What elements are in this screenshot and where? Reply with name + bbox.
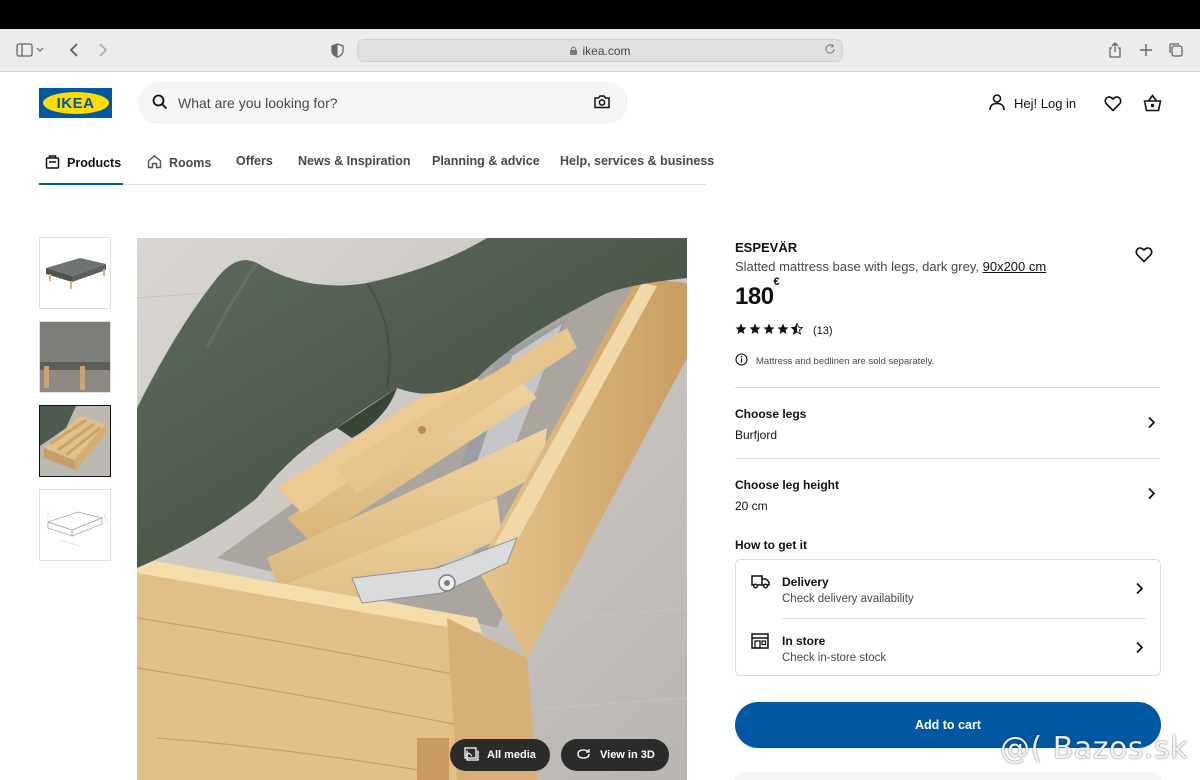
tab-rooms[interactable]: Rooms <box>147 154 211 172</box>
tab-overview-icon[interactable] <box>1168 39 1184 61</box>
share-icon[interactable] <box>1108 39 1122 61</box>
star-icon <box>777 323 789 338</box>
product-name: ESPEVÄR <box>735 240 798 255</box>
tab-rooms-label: Rooms <box>169 156 212 170</box>
save-favourite-heart-icon[interactable] <box>1135 246 1153 268</box>
forward-icon[interactable] <box>97 39 109 61</box>
chevron-right-icon <box>1147 416 1156 434</box>
tab-planning-label: Planning & advice <box>432 154 540 168</box>
tab-help-label: Help, services & business <box>560 154 715 168</box>
delivery-row[interactable]: Delivery Check delivery availability <box>736 560 1160 616</box>
user-icon <box>988 93 1006 114</box>
star-icon <box>735 323 747 338</box>
delivery-title: Delivery <box>782 575 829 589</box>
favourites-heart-icon[interactable] <box>1104 93 1122 113</box>
search-input[interactable] <box>178 92 578 114</box>
choose-leg-height-option[interactable]: Choose leg height 20 cm <box>735 458 1160 529</box>
choose-legs-title: Choose legs <box>735 407 807 421</box>
note-text: Mattress and bedlinen are sold separatel… <box>756 355 935 367</box>
price-currency: € <box>773 276 780 288</box>
privacy-shield-icon[interactable] <box>331 39 344 61</box>
browser-toolbar: ikea.com <box>0 29 1200 72</box>
tab-planning-advice[interactable]: Planning & advice <box>432 154 540 168</box>
star-icon <box>763 323 775 338</box>
all-media-button[interactable]: All media <box>450 739 550 771</box>
chevron-right-icon <box>1147 487 1156 505</box>
tab-offers-label: Offers <box>236 154 273 168</box>
price-value: 180 <box>735 283 774 310</box>
next-section-edge <box>735 772 1161 780</box>
in-store-title: In store <box>782 634 826 648</box>
ikea-logo[interactable]: IKEA <box>39 88 112 118</box>
store-icon <box>751 633 769 654</box>
products-bag-icon <box>45 154 60 172</box>
search-bar[interactable] <box>138 82 628 124</box>
tab-help-services[interactable]: Help, services & business <box>560 154 714 168</box>
product-description: Slatted mattress base with legs, dark gr… <box>735 259 979 274</box>
search-icon[interactable] <box>152 94 168 115</box>
new-tab-icon[interactable] <box>1139 39 1153 61</box>
product-note: Mattress and bedlinen are sold separatel… <box>735 353 934 369</box>
choose-leg-height-title: Choose leg height <box>735 478 840 492</box>
thumbnail-1[interactable] <box>39 237 111 309</box>
all-media-label: All media <box>487 749 536 761</box>
top-black-bar <box>0 0 1200 29</box>
tab-products[interactable]: Products <box>45 154 121 172</box>
address-bar[interactable]: ikea.com <box>357 39 843 62</box>
tab-offers[interactable]: Offers <box>236 154 273 168</box>
lock-icon <box>569 45 578 56</box>
star-icon <box>749 323 761 338</box>
product-size-link[interactable]: 90x200 cm <box>983 259 1047 274</box>
active-tab-indicator <box>39 183 123 185</box>
home-icon <box>147 154 162 172</box>
choose-leg-height-value: 20 cm <box>735 499 768 513</box>
tab-products-label: Products <box>67 156 122 170</box>
info-icon <box>735 353 748 369</box>
back-icon[interactable] <box>68 39 80 61</box>
logo-text: IKEA <box>56 94 95 112</box>
login-link[interactable]: Hej! Log in <box>988 93 1076 113</box>
delivery-truck-icon <box>751 574 770 594</box>
thumbnail-3-selected[interactable] <box>39 405 111 477</box>
sidebar-toggle-icon[interactable] <box>16 39 44 61</box>
chevron-right-icon <box>1135 582 1144 600</box>
url-text: ikea.com <box>582 43 631 58</box>
gallery-icon <box>464 746 479 764</box>
view-in-3d-button[interactable]: View in 3D <box>561 739 669 771</box>
bazos-watermark: @( Bazos.sk <box>1000 731 1188 766</box>
tab-news-inspiration[interactable]: News & Inspiration <box>298 154 411 168</box>
reload-icon[interactable] <box>824 43 836 58</box>
choose-legs-option[interactable]: Choose legs Burfjord <box>735 387 1160 458</box>
rating-stars[interactable]: (13) <box>735 322 833 338</box>
in-store-row[interactable]: In store Check in-store stock <box>736 619 1160 675</box>
how-to-get-it-box: Delivery Check delivery availability In … <box>735 559 1161 676</box>
login-label: Hej! Log in <box>1014 95 1077 111</box>
review-count: (13) <box>813 324 833 337</box>
main-product-image[interactable] <box>137 238 687 780</box>
choose-legs-value: Burfjord <box>735 428 778 442</box>
thumbnail-4-drawing[interactable] <box>39 489 111 561</box>
product-description-line: Slatted mattress base with legs, dark gr… <box>735 259 1046 274</box>
how-to-get-it-heading: How to get it <box>735 538 807 552</box>
in-store-subtitle: Check in-store stock <box>782 652 887 664</box>
camera-search-icon[interactable] <box>594 94 610 114</box>
thumbnail-2[interactable] <box>39 321 111 393</box>
main-nav: Products Rooms Offers News & Inspiration… <box>39 150 714 185</box>
tab-news-label: News & Inspiration <box>298 154 411 168</box>
view-in-3d-label: View in 3D <box>600 749 655 761</box>
chevron-right-icon <box>1135 641 1144 659</box>
product-price: 180€ <box>735 276 780 311</box>
logo-oval: IKEA <box>42 92 109 114</box>
rotate-3d-icon <box>575 748 592 763</box>
half-star-icon <box>790 322 804 338</box>
shopping-bag-icon[interactable] <box>1143 93 1162 113</box>
delivery-subtitle: Check delivery availability <box>782 593 914 605</box>
